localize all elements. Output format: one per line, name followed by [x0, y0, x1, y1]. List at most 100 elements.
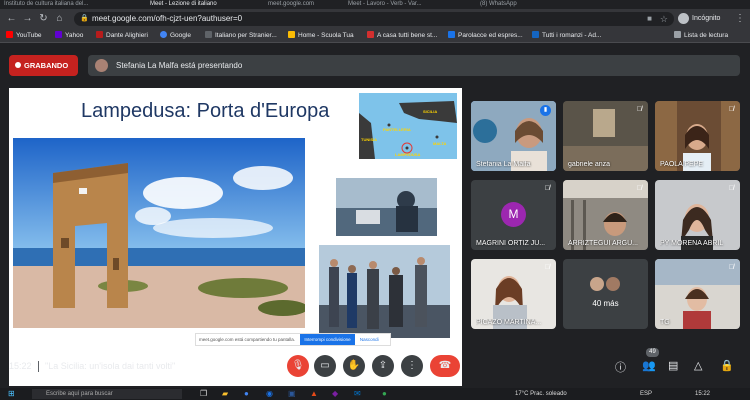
participant-name: MAGRINI ORTIZ JU... [476, 240, 546, 247]
bookmark-acasa[interactable]: A casa tutti bene st... [367, 30, 437, 41]
lock-icon: 🔒 [80, 15, 89, 22]
bookmark-scuola[interactable]: Home - Scuola Tua [288, 30, 354, 41]
participant-name: Stefania La Malfa [476, 161, 531, 168]
more-menu-icon[interactable]: ⋮ [735, 12, 745, 25]
incognito-icon [678, 12, 689, 24]
participant-tile[interactable]: 🎙̸ PY MORENA ABRIL [655, 180, 740, 250]
word-icon[interactable]: ▣ [288, 389, 296, 399]
participant-tile[interactable]: 🎙̸ TG [655, 259, 740, 329]
map-image: SICILIA PANTELLERIA TUNISIA LAMPEDUSA MA… [359, 93, 457, 159]
task-view-icon[interactable]: ❐ [200, 389, 207, 399]
avatar: M [501, 202, 526, 227]
map-label: LAMPEDUSA [395, 152, 421, 157]
bookmarks-bar: YouTube Yahoo Dante Alighieri Google Ita… [0, 28, 750, 43]
taskbar-search[interactable]: Escribe aquí para buscar [32, 389, 182, 399]
camera-icon[interactable]: ■ [647, 12, 652, 26]
profile-button[interactable]: Incógnito [678, 12, 720, 25]
chrome-icon[interactable]: ● [244, 389, 249, 399]
star-icon[interactable]: ☆ [660, 12, 668, 26]
participant-count-badge: 49 [646, 348, 659, 357]
browser-tab-active[interactable]: Meet - Lezione di italiano [150, 0, 250, 9]
bookmark-romanzi[interactable]: Tutti i romanzi - Ad... [532, 30, 601, 41]
page-icon [205, 31, 212, 38]
recording-label: GRABANDO [24, 61, 69, 70]
taskbar: ⊞ Escribe aquí para buscar ❐ ▰ ● ◉ ▣ ▲ ◆… [0, 388, 750, 400]
language-indicator[interactable]: ESP [640, 389, 652, 399]
hide-button[interactable]: Nascondi [360, 334, 379, 345]
bookmark-label: Yahoo [65, 32, 84, 39]
present-button[interactable]: ⇪ [372, 355, 394, 377]
windows-start-icon[interactable]: ⊞ [8, 389, 15, 399]
host-controls-icon[interactable]: 🔒 [720, 359, 734, 372]
map-label: SICILIA [423, 109, 438, 114]
bookmark-label: Italiano per Stranier... [215, 32, 277, 39]
bookmark-dante[interactable]: Dante Alighieri [96, 30, 148, 41]
mic-off-icon: 🎙̸ [544, 264, 550, 271]
participant-tile[interactable]: M 🎙̸ MAGRINI ORTIZ JU... [471, 180, 556, 250]
app-icon[interactable]: ✉ [354, 389, 361, 399]
map-label: MALTA [433, 141, 447, 146]
bookmark-label: YouTube [16, 32, 42, 39]
browser-tab[interactable]: (8) WhatsApp [480, 0, 570, 9]
bookmark-yahoo[interactable]: Yahoo [55, 30, 83, 41]
bookmark-parolacce[interactable]: Parolacce ed espres... [448, 30, 523, 41]
browser-tab[interactable]: Instituto de cultura italiana del... [4, 0, 124, 9]
home-icon[interactable]: ⌂ [53, 12, 66, 25]
recording-badge[interactable]: GRABANDO [9, 55, 78, 76]
app-icon[interactable]: ◆ [332, 389, 338, 399]
map-label: PANTELLERIA [383, 127, 411, 132]
chrome-icon[interactable]: ● [382, 389, 387, 399]
bookmark-label: Google [170, 32, 191, 39]
participant-tile[interactable]: 🎙̸ gabriele anza [563, 101, 648, 171]
participant-tile[interactable]: 🎙̸ PAOLA PEPE [655, 101, 740, 171]
meeting-title: "La Sicilia: un'isola dai tanti volti" [45, 361, 176, 371]
forward-icon[interactable]: → [21, 12, 34, 25]
url-field[interactable]: 🔒 meet.google.com/ofh-cjzt-uen?authuser=… [74, 12, 674, 26]
mic-off-button[interactable]: 🎙 [287, 355, 309, 377]
mic-off-icon: 🎙̸ [636, 185, 642, 192]
bookmark-youtube[interactable]: YouTube [6, 30, 42, 41]
info-icon[interactable]: ⓘ [615, 359, 626, 375]
raise-hand-button[interactable]: ✋ [343, 355, 365, 377]
reading-list[interactable]: Lista de lectura [674, 30, 728, 41]
bookmark-label: Dante Alighieri [106, 32, 148, 39]
taskbar-search-placeholder: Escribe aquí para buscar [46, 391, 113, 397]
avatar [590, 277, 604, 291]
rescue-photo [336, 178, 437, 236]
participant-tile[interactable]: 🎙̸ PICAZO MARTINA... [471, 259, 556, 329]
reload-icon[interactable]: ↻ [37, 12, 50, 25]
mic-off-icon: 🎙̸ [544, 185, 550, 192]
bookmark-google[interactable]: Google [160, 30, 191, 41]
people-icon[interactable]: 👥 [642, 359, 656, 372]
more-participants-tile[interactable]: 40 más [563, 259, 648, 329]
record-icon [15, 62, 21, 68]
bookmark-label: Parolacce ed espres... [458, 32, 523, 39]
page-icon [448, 31, 455, 38]
slide-title: Lampedusa: Porta d'Europa [81, 100, 330, 122]
edge-icon[interactable]: ◉ [266, 389, 273, 399]
browser-tab[interactable]: meet.google.com [268, 0, 328, 9]
app-icon[interactable]: ▲ [310, 389, 318, 399]
avatar-stack [590, 277, 622, 296]
dante-icon [96, 31, 103, 38]
stop-sharing-button[interactable]: Interrompi condivisione [300, 334, 355, 345]
taskbar-clock[interactable]: 15:22 [695, 389, 710, 399]
hang-up-button[interactable]: ☎ [430, 355, 460, 377]
participant-tile[interactable]: 🎙̸ ARRIZTEGUI ARGU... [563, 180, 648, 250]
more-options-button[interactable]: ⋮ [401, 355, 423, 377]
participant-tile[interactable]: ▮ Stefania La Malfa [471, 101, 556, 171]
back-icon[interactable]: ← [5, 12, 18, 25]
bookmark-italiano[interactable]: Italiano per Stranier... [205, 30, 277, 41]
participant-name: PY MORENA ABRIL [660, 240, 724, 247]
browser-tab[interactable]: Meet - Lavoro - Verb - Var... [348, 0, 458, 9]
activities-icon[interactable]: △ [694, 359, 702, 372]
camera-button[interactable]: ▭ [314, 355, 336, 377]
meeting-time: 15:22 [9, 361, 32, 371]
chat-icon[interactable]: ▤ [668, 359, 678, 372]
map-label: TUNISIA [361, 137, 377, 142]
page-icon [532, 31, 539, 38]
file-explorer-icon[interactable]: ▰ [222, 389, 228, 399]
participant-name: PAOLA PEPE [660, 161, 704, 168]
bookmark-label: A casa tutti bene st... [377, 32, 438, 39]
weather-text[interactable]: 17°C Prac. soleado [515, 389, 567, 399]
